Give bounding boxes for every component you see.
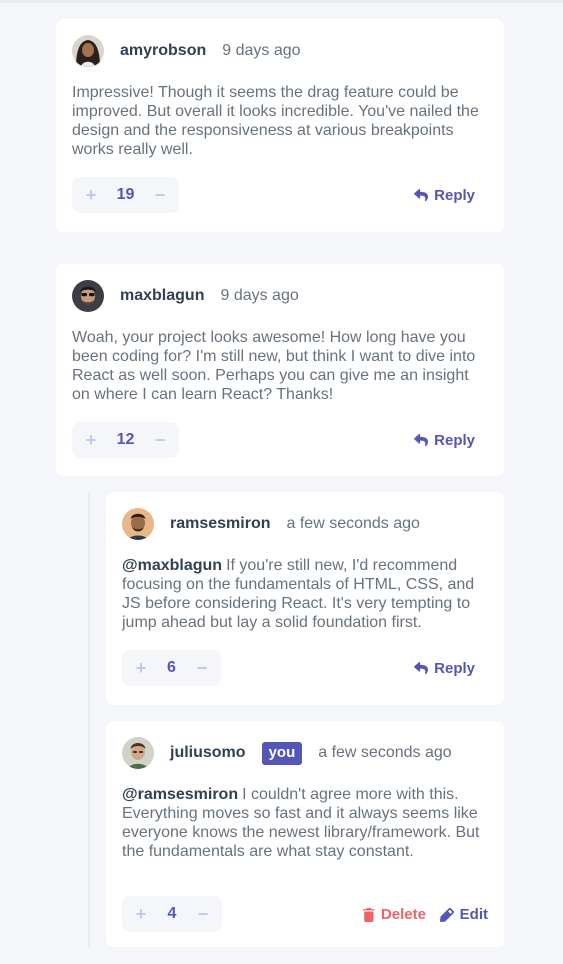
avatar[interactable] — [72, 280, 104, 312]
comment-text: @maxblagun If you're still new, I'd recom… — [122, 556, 486, 632]
trash-icon — [362, 907, 375, 922]
delete-button[interactable]: Delete — [362, 906, 426, 923]
avatar-maxblagun-icon — [72, 280, 104, 312]
comment-text: Impressive! Though it seems the drag fea… — [72, 83, 486, 159]
upvote-button[interactable]: + — [134, 659, 148, 677]
reply-button[interactable]: Reply — [414, 187, 475, 204]
score-value: 4 — [167, 905, 177, 922]
comment-body: Impressive! Though it seems the drag fea… — [72, 84, 479, 158]
comment-text: @ramsesmiron I couldn't agree more with t… — [122, 785, 486, 861]
comment-text: Woah, your project looks awesome! How lo… — [72, 328, 486, 404]
delete-label: Delete — [380, 906, 426, 923]
avatar-ramsesmiron-icon — [122, 508, 154, 540]
reply-label: Reply — [434, 432, 475, 449]
avatar[interactable] — [72, 35, 104, 67]
score-counter: + 6 − — [122, 650, 221, 686]
reply-card-own: juliusomo you a few seconds ago @ramsesm… — [106, 721, 504, 947]
avatar[interactable] — [122, 508, 154, 540]
comment-date: a few seconds ago — [318, 744, 452, 761]
downvote-button[interactable]: − — [196, 905, 210, 923]
upvote-button[interactable]: + — [84, 431, 98, 449]
reply-arrow-icon — [414, 189, 429, 202]
comment-card: maxblagun 9 days ago Woah, your project … — [56, 264, 504, 476]
edit-label: Edit — [459, 906, 488, 923]
username[interactable]: amyrobson — [120, 42, 206, 60]
comment-date: a few seconds ago — [286, 515, 420, 532]
comment-header: maxblagun 9 days ago — [72, 280, 299, 312]
score-counter: + 4 − — [122, 896, 222, 932]
username[interactable]: maxblagun — [120, 287, 204, 305]
score-value: 6 — [167, 659, 176, 676]
downvote-button[interactable]: − — [153, 431, 167, 449]
reply-label: Reply — [434, 187, 475, 204]
avatar-juliusomo-icon — [122, 737, 154, 769]
comment-header: juliusomo you a few seconds ago — [122, 737, 452, 769]
reply-label: Reply — [434, 660, 475, 677]
comment-header: amyrobson 9 days ago — [72, 35, 301, 67]
score-counter: + 19 − — [72, 177, 179, 213]
downvote-button[interactable]: − — [195, 659, 209, 677]
comment-body: Woah, your project looks awesome! How lo… — [72, 329, 476, 403]
mention-link[interactable]: @ramsesmiron — [122, 786, 238, 803]
downvote-button[interactable]: − — [153, 186, 167, 204]
comment-card: amyrobson 9 days ago Impressive! Though … — [56, 19, 504, 232]
reply-button[interactable]: Reply — [414, 660, 475, 677]
top-border — [0, 0, 563, 3]
score-counter: + 12 − — [72, 422, 179, 458]
upvote-button[interactable]: + — [134, 905, 148, 923]
comment-date: 9 days ago — [222, 42, 301, 59]
reply-button[interactable]: Reply — [414, 432, 475, 449]
avatar[interactable] — [122, 737, 154, 769]
reply-card: ramsesmiron a few seconds ago @maxblagun… — [106, 492, 504, 705]
score-value: 12 — [116, 431, 135, 448]
pencil-icon — [439, 907, 454, 922]
reply-thread-line — [88, 492, 90, 947]
comment-header: ramsesmiron a few seconds ago — [122, 508, 420, 540]
edit-button[interactable]: Edit — [439, 906, 488, 923]
score-value: 19 — [116, 186, 135, 203]
reply-arrow-icon — [414, 662, 429, 675]
upvote-button[interactable]: + — [84, 186, 98, 204]
reply-arrow-icon — [414, 434, 429, 447]
you-badge: you — [261, 741, 303, 765]
username[interactable]: juliusomo — [170, 744, 246, 762]
mention-link[interactable]: @maxblagun — [122, 557, 222, 574]
comment-date: 9 days ago — [220, 287, 299, 304]
username[interactable]: ramsesmiron — [170, 515, 271, 533]
avatar-amyrobson-icon — [72, 35, 104, 67]
